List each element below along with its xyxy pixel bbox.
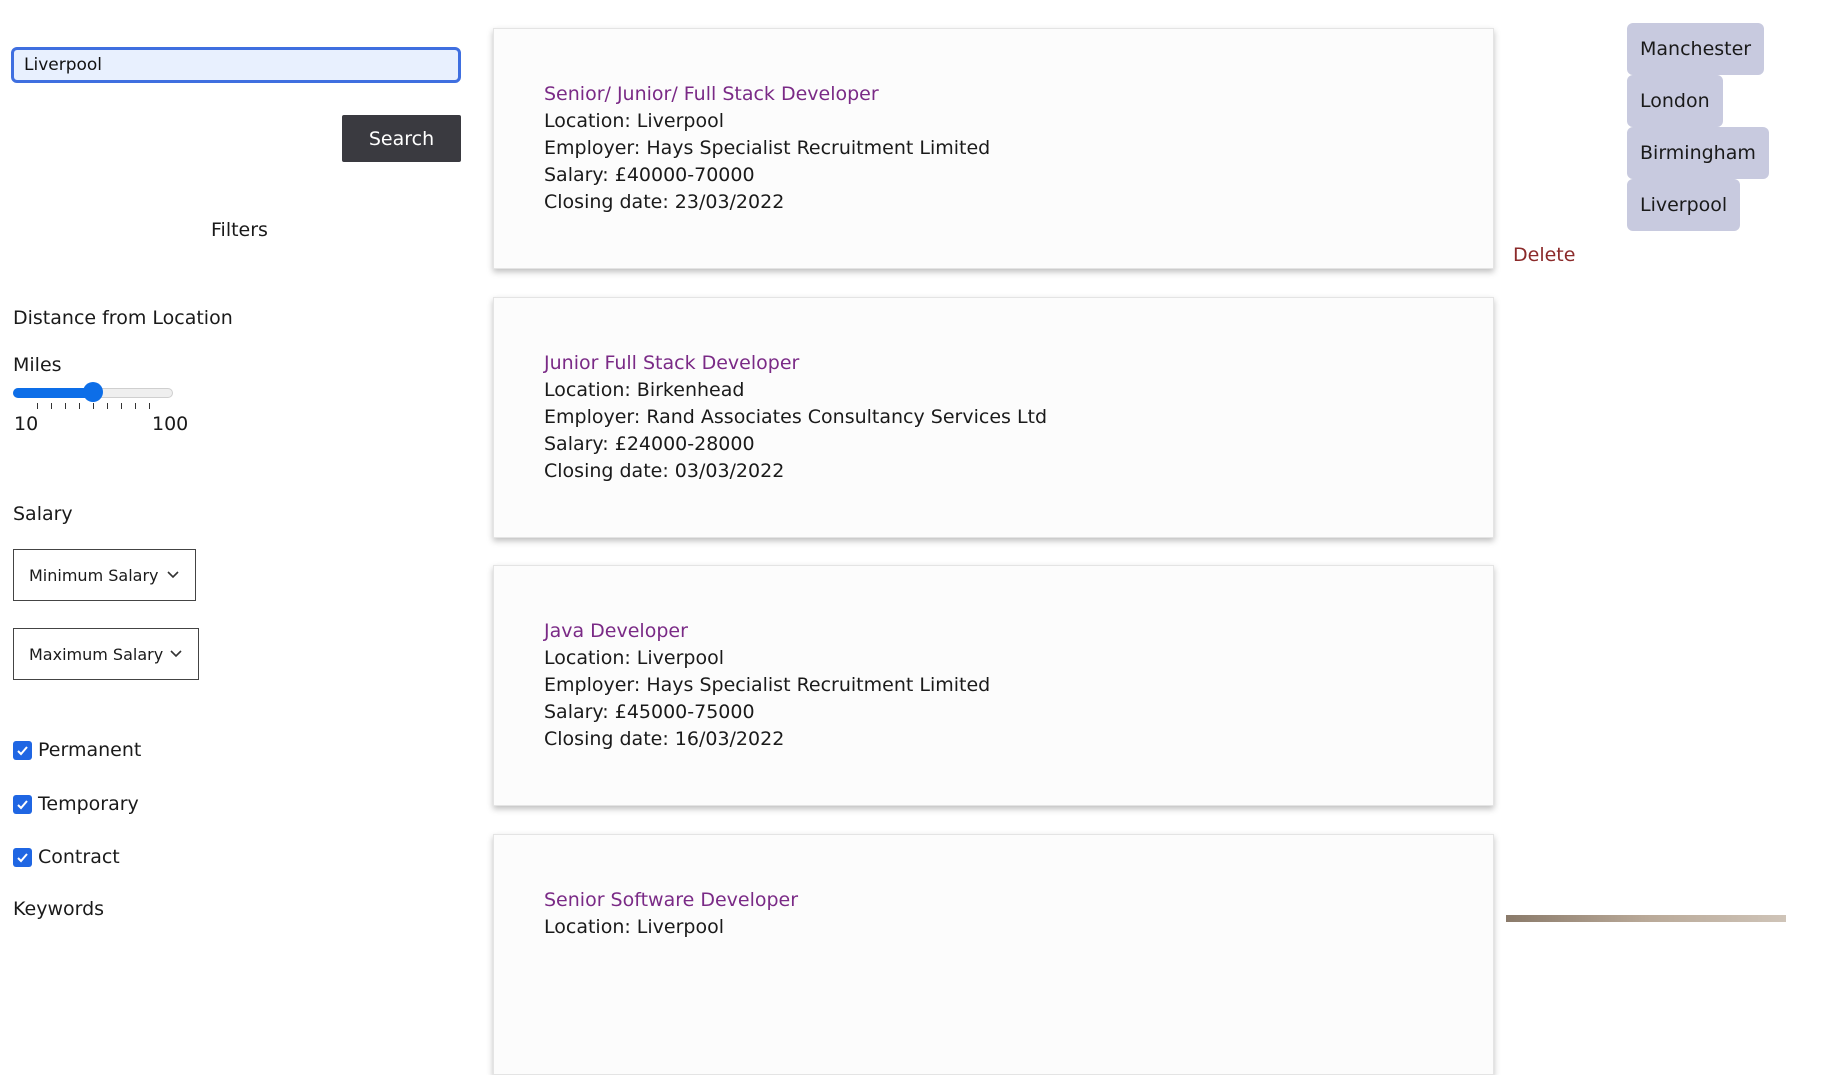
job-card: Junior Full Stack Developer Location: Bi… — [493, 297, 1494, 538]
saved-search-chip[interactable]: Manchester — [1627, 23, 1765, 75]
job-card: Java Developer Location: Liverpool Emplo… — [493, 565, 1494, 806]
job-closing-date: Closing date: 03/03/2022 — [544, 460, 785, 482]
job-card: Senior Software Developer Location: Live… — [493, 834, 1494, 1075]
saved-search-chip[interactable]: Liverpool — [1627, 179, 1741, 231]
check-icon[interactable] — [13, 794, 32, 814]
delete-link[interactable]: Delete — [1513, 244, 1575, 266]
slider-min-label: 10 — [14, 413, 39, 435]
job-closing-date: Closing date: 23/03/2022 — [544, 191, 785, 213]
job-salary: Salary: £40000-70000 — [544, 164, 755, 186]
checkbox-label: Contract — [38, 846, 120, 868]
job-title-link[interactable]: Junior Full Stack Developer — [544, 350, 1493, 377]
chevron-down-icon — [170, 650, 182, 658]
maximum-salary-select[interactable]: Maximum Salary — [13, 628, 199, 680]
checkbox-contract[interactable]: Contract — [13, 846, 120, 868]
checkbox-permanent[interactable]: Permanent — [13, 739, 141, 761]
job-employer: Employer: Hays Specialist Recruitment Li… — [544, 137, 991, 159]
job-location: Location: Liverpool — [544, 916, 724, 938]
job-card: Senior/ Junior/ Full Stack Developer Loc… — [493, 28, 1494, 269]
job-location: Location: Birkenhead — [544, 379, 745, 401]
search-button[interactable]: Search — [342, 115, 461, 162]
slider-tick — [37, 403, 38, 409]
checkbox-temporary[interactable]: Temporary — [13, 793, 139, 815]
job-salary: Salary: £24000-28000 — [544, 433, 755, 455]
job-employer: Employer: Hays Specialist Recruitment Li… — [544, 674, 991, 696]
slider-max-label: 100 — [152, 413, 189, 435]
minimum-salary-select[interactable]: Minimum Salary — [13, 549, 196, 601]
keywords-label: Keywords — [13, 898, 105, 920]
job-closing-date: Closing date: 16/03/2022 — [544, 728, 785, 750]
maximum-salary-value: Maximum Salary — [29, 644, 164, 664]
checkbox-label: Permanent — [38, 739, 142, 761]
job-location: Location: Liverpool — [544, 110, 724, 132]
slider-tick — [135, 403, 136, 409]
job-employer: Employer: Rand Associates Consultancy Se… — [544, 406, 1048, 428]
job-title-link[interactable]: Senior Software Developer — [544, 887, 1493, 914]
miles-label: Miles — [13, 354, 62, 376]
slider-fill — [13, 388, 93, 398]
slider-tick — [107, 403, 108, 409]
saved-search-chip[interactable]: London — [1627, 75, 1723, 127]
slider-tick — [93, 403, 94, 409]
slider-tick — [121, 403, 122, 409]
saved-search-chip[interactable]: Birmingham — [1627, 127, 1769, 179]
check-icon[interactable] — [13, 847, 32, 867]
minimum-salary-value: Minimum Salary — [29, 565, 159, 585]
slider-tick — [65, 403, 66, 409]
distance-label: Distance from Location — [13, 307, 233, 329]
checkbox-label: Temporary — [38, 793, 139, 815]
image-thumbnail — [1506, 915, 1786, 922]
job-title-link[interactable]: Java Developer — [544, 618, 1493, 645]
filters-title: Filters — [211, 219, 268, 241]
chevron-down-icon — [167, 571, 179, 579]
job-title-link[interactable]: Senior/ Junior/ Full Stack Developer — [544, 81, 1493, 108]
slider-tick — [51, 403, 52, 409]
job-location: Location: Liverpool — [544, 647, 724, 669]
check-icon[interactable] — [13, 740, 32, 760]
slider-tick — [79, 403, 80, 409]
slider-tick — [149, 403, 150, 409]
job-salary: Salary: £45000-75000 — [544, 701, 755, 723]
slider-thumb[interactable] — [83, 382, 103, 402]
search-input[interactable] — [11, 47, 461, 83]
salary-label: Salary — [13, 503, 73, 525]
